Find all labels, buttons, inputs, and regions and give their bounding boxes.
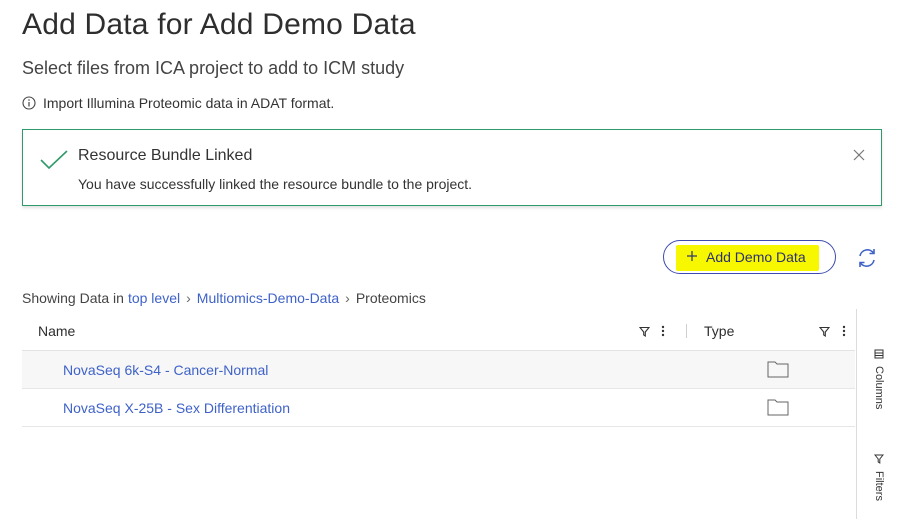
plus-icon: [686, 249, 698, 265]
columns-tab-label: Columns: [873, 366, 885, 410]
column-menu-icon[interactable]: [661, 324, 665, 340]
chevron-right-icon: ›: [186, 290, 191, 306]
data-grid: Name Type NovaSeq 6k-S4 - Cancer-Normal …: [22, 312, 855, 427]
table-row[interactable]: NovaSeq X-25B - Sex Differentiation: [22, 389, 855, 427]
filters-tab[interactable]: Filters: [865, 454, 893, 501]
info-icon: [22, 96, 36, 110]
success-alert: Resource Bundle Linked You have successf…: [22, 129, 882, 206]
side-panel: Columns Filters: [856, 309, 903, 519]
column-menu-icon[interactable]: [842, 324, 846, 340]
table-row[interactable]: NovaSeq 6k-S4 - Cancer-Normal: [22, 351, 855, 389]
folder-icon: [767, 398, 789, 419]
filter-icon[interactable]: [638, 324, 651, 340]
info-line: Import Illumina Proteomic data in ADAT f…: [22, 95, 334, 111]
breadcrumb-item-multiomics[interactable]: Multiomics-Demo-Data: [197, 290, 339, 306]
info-text: Import Illumina Proteomic data in ADAT f…: [43, 95, 335, 111]
row-name-link[interactable]: NovaSeq X-25B - Sex Differentiation: [63, 400, 290, 416]
breadcrumb-item-top-level[interactable]: top level: [128, 290, 180, 306]
column-header-type[interactable]: Type: [704, 323, 734, 339]
grid-header: Name Type: [22, 312, 855, 351]
column-divider[interactable]: [686, 324, 687, 338]
columns-tab[interactable]: Columns: [865, 349, 893, 409]
add-demo-data-content: Add Demo Data: [686, 249, 806, 265]
alert-title: Resource Bundle Linked: [78, 147, 253, 164]
alert-message: You have successfully linked the resourc…: [78, 176, 473, 192]
page-subtitle: Select files from ICA project to add to …: [22, 58, 405, 78]
filter-icon[interactable]: [818, 324, 831, 340]
checkmark-icon: [39, 148, 69, 177]
page-title: Add Data for Add Demo Data: [22, 8, 416, 41]
breadcrumb-prefix: Showing Data in: [22, 290, 124, 306]
filters-tab-label: Filters: [873, 471, 885, 501]
add-demo-data-button[interactable]: Add Demo Data: [663, 240, 836, 274]
column-header-name[interactable]: Name: [38, 323, 75, 339]
folder-icon: [767, 360, 789, 381]
row-name-link[interactable]: NovaSeq 6k-S4 - Cancer-Normal: [63, 362, 268, 378]
refresh-icon[interactable]: [856, 247, 878, 274]
close-icon[interactable]: [853, 148, 865, 166]
filter-icon: [873, 454, 885, 467]
add-demo-data-label: Add Demo Data: [706, 249, 806, 265]
columns-icon: [874, 349, 884, 362]
chevron-right-icon: ›: [345, 290, 350, 306]
breadcrumb-item-current: Proteomics: [355, 290, 426, 306]
breadcrumb: Showing Data in top level › Multiomics-D…: [22, 290, 426, 306]
